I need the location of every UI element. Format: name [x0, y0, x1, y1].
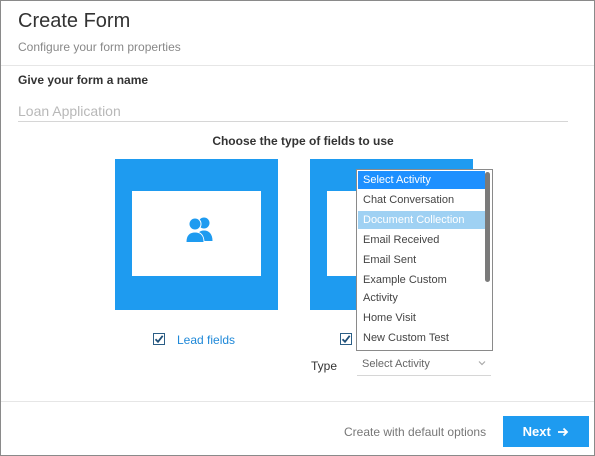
- activity-type-label: Type: [311, 359, 338, 373]
- next-button[interactable]: Next: [503, 416, 589, 447]
- create-default-link[interactable]: Create with default options: [344, 425, 486, 439]
- next-button-label: Next: [522, 424, 551, 440]
- activity-type-value: Select Activity: [362, 358, 430, 370]
- lead-fields-checkbox[interactable]: [153, 333, 165, 345]
- dialog-title: Create Form: [18, 10, 131, 32]
- dropdown-option[interactable]: Email Sent: [358, 251, 485, 269]
- dropdown-option[interactable]: Select Activity: [358, 171, 485, 189]
- create-form-dialog: Create Form Configure your form properti…: [0, 0, 595, 456]
- activity-type-select[interactable]: Select Activity: [357, 355, 491, 376]
- dropdown-option[interactable]: Email Received: [358, 231, 485, 249]
- activity-type-dropdown[interactable]: Select Activity Chat Conversation Docume…: [356, 169, 493, 351]
- dropdown-option[interactable]: Document Collection: [358, 211, 485, 229]
- dialog-subtitle: Configure your form properties: [18, 40, 181, 54]
- dropdown-option[interactable]: Chat Conversation: [358, 191, 485, 209]
- form-name-label: Give your form a name: [18, 73, 149, 87]
- activity-fields-checkbox[interactable]: [340, 333, 352, 345]
- chevron-down-icon: [478, 361, 486, 366]
- dialog-header: Create Form Configure your form properti…: [1, 1, 594, 66]
- users-icon: [185, 217, 213, 243]
- dropdown-option[interactable]: Example Custom Activity: [358, 271, 478, 307]
- arrow-right-icon: [558, 427, 569, 437]
- form-name-input[interactable]: [18, 101, 568, 122]
- dropdown-scrollbar[interactable]: [485, 172, 490, 282]
- lead-fields-label[interactable]: Lead fields: [177, 333, 235, 347]
- lead-fields-tile[interactable]: [115, 159, 278, 310]
- dropdown-option[interactable]: New Custom Test: [358, 329, 485, 347]
- field-type-label: Choose the type of fields to use: [212, 134, 394, 148]
- checkmark-icon: [341, 335, 351, 344]
- dropdown-option[interactable]: Home Visit: [358, 309, 485, 327]
- checkmark-icon: [154, 335, 164, 344]
- lead-tile-card: [132, 191, 261, 276]
